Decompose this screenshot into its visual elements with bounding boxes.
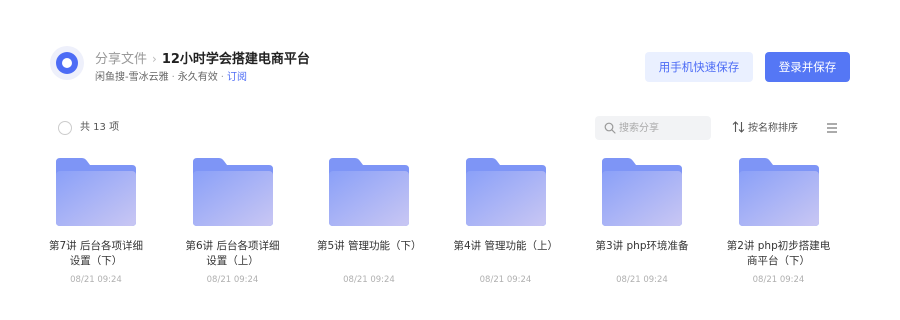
mobile-save-button[interactable]: 用手机快速保存 [645,52,753,82]
validity-text: 永久有效 [177,72,218,83]
share-info: 闲鱼搜-雪冰云雅 · 永久有效 · 订阅 [95,71,247,85]
search-box[interactable] [595,116,711,140]
breadcrumb: 分享文件 › 12小时学会搭建电商平台 [95,50,310,69]
file-toolbar: 共 13 项 按名称排序 [58,116,848,142]
file-date: 08/21 09:24 [616,275,668,285]
breadcrumb-root[interactable]: 分享文件 [95,52,147,67]
file-item[interactable]: 第7讲 后台各项详细设置（下） 08/21 09:24 [40,156,152,286]
folder-icon [56,158,136,226]
file-name[interactable]: 第3讲 php环境准备 [586,239,698,269]
sort-button[interactable]: 按名称排序 [732,121,798,136]
search-input[interactable] [619,119,705,137]
file-item[interactable]: 第4讲 管理功能（上） 08/21 09:24 [450,156,562,286]
folder-icon [738,158,819,226]
sort-label: 按名称排序 [748,123,798,134]
file-name[interactable]: 第2讲 php初步搭建电商平台（下） [723,239,835,269]
folder-icon [602,158,682,226]
file-date: 08/21 09:24 [206,275,259,285]
folder-icon [192,158,273,226]
file-name[interactable]: 第7讲 后台各项详细设置（下） [40,239,152,269]
file-date: 08/21 09:24 [752,275,805,285]
select-all-checkbox[interactable] [58,121,72,135]
file-grid: 第7讲 后台各项详细设置（下） 08/21 09:24 第6讲 后台各项详细设置（上… [40,156,860,306]
folder-icon [329,158,409,226]
file-item[interactable]: 第3讲 php环境准备 08/21 09:24 [586,156,698,286]
file-name[interactable]: 第6讲 后台各项详细设置（上） [177,239,289,269]
subscribe-link[interactable]: 订阅 [227,72,247,83]
item-count: 共 13 项 [80,122,120,133]
file-item[interactable]: 第2讲 php初步搭建电商平台（下） 08/21 09:24 [723,156,835,286]
file-name[interactable]: 第4讲 管理功能（上） [450,239,562,269]
file-date: 08/21 09:24 [479,275,532,285]
file-name[interactable]: 第5讲 管理功能（下） [313,239,425,269]
separator-dot: · [171,72,175,83]
cloud-logo-icon [50,46,84,80]
list-view-icon[interactable] [826,122,838,134]
file-item[interactable]: 第6讲 后台各项详细设置（上） 08/21 09:24 [177,156,289,286]
page-title: 12小时学会搭建电商平台 [161,52,310,67]
share-header: 分享文件 › 12小时学会搭建电商平台 闲鱼搜-雪冰云雅 · 永久有效 · 订阅 用手机快速… [50,44,860,94]
separator-dot: · [220,72,224,83]
sharer-name: 闲鱼搜-雪冰云雅 [95,72,169,83]
search-icon [604,122,616,134]
file-item[interactable]: 第5讲 管理功能（下） 08/21 09:24 [313,156,425,286]
file-date: 08/21 09:24 [343,275,395,285]
file-date: 08/21 09:24 [70,275,122,285]
folder-icon [465,158,546,226]
sort-icon [732,121,745,133]
login-save-button[interactable]: 登录并保存 [765,52,850,82]
chevron-right-icon: › [152,52,157,66]
